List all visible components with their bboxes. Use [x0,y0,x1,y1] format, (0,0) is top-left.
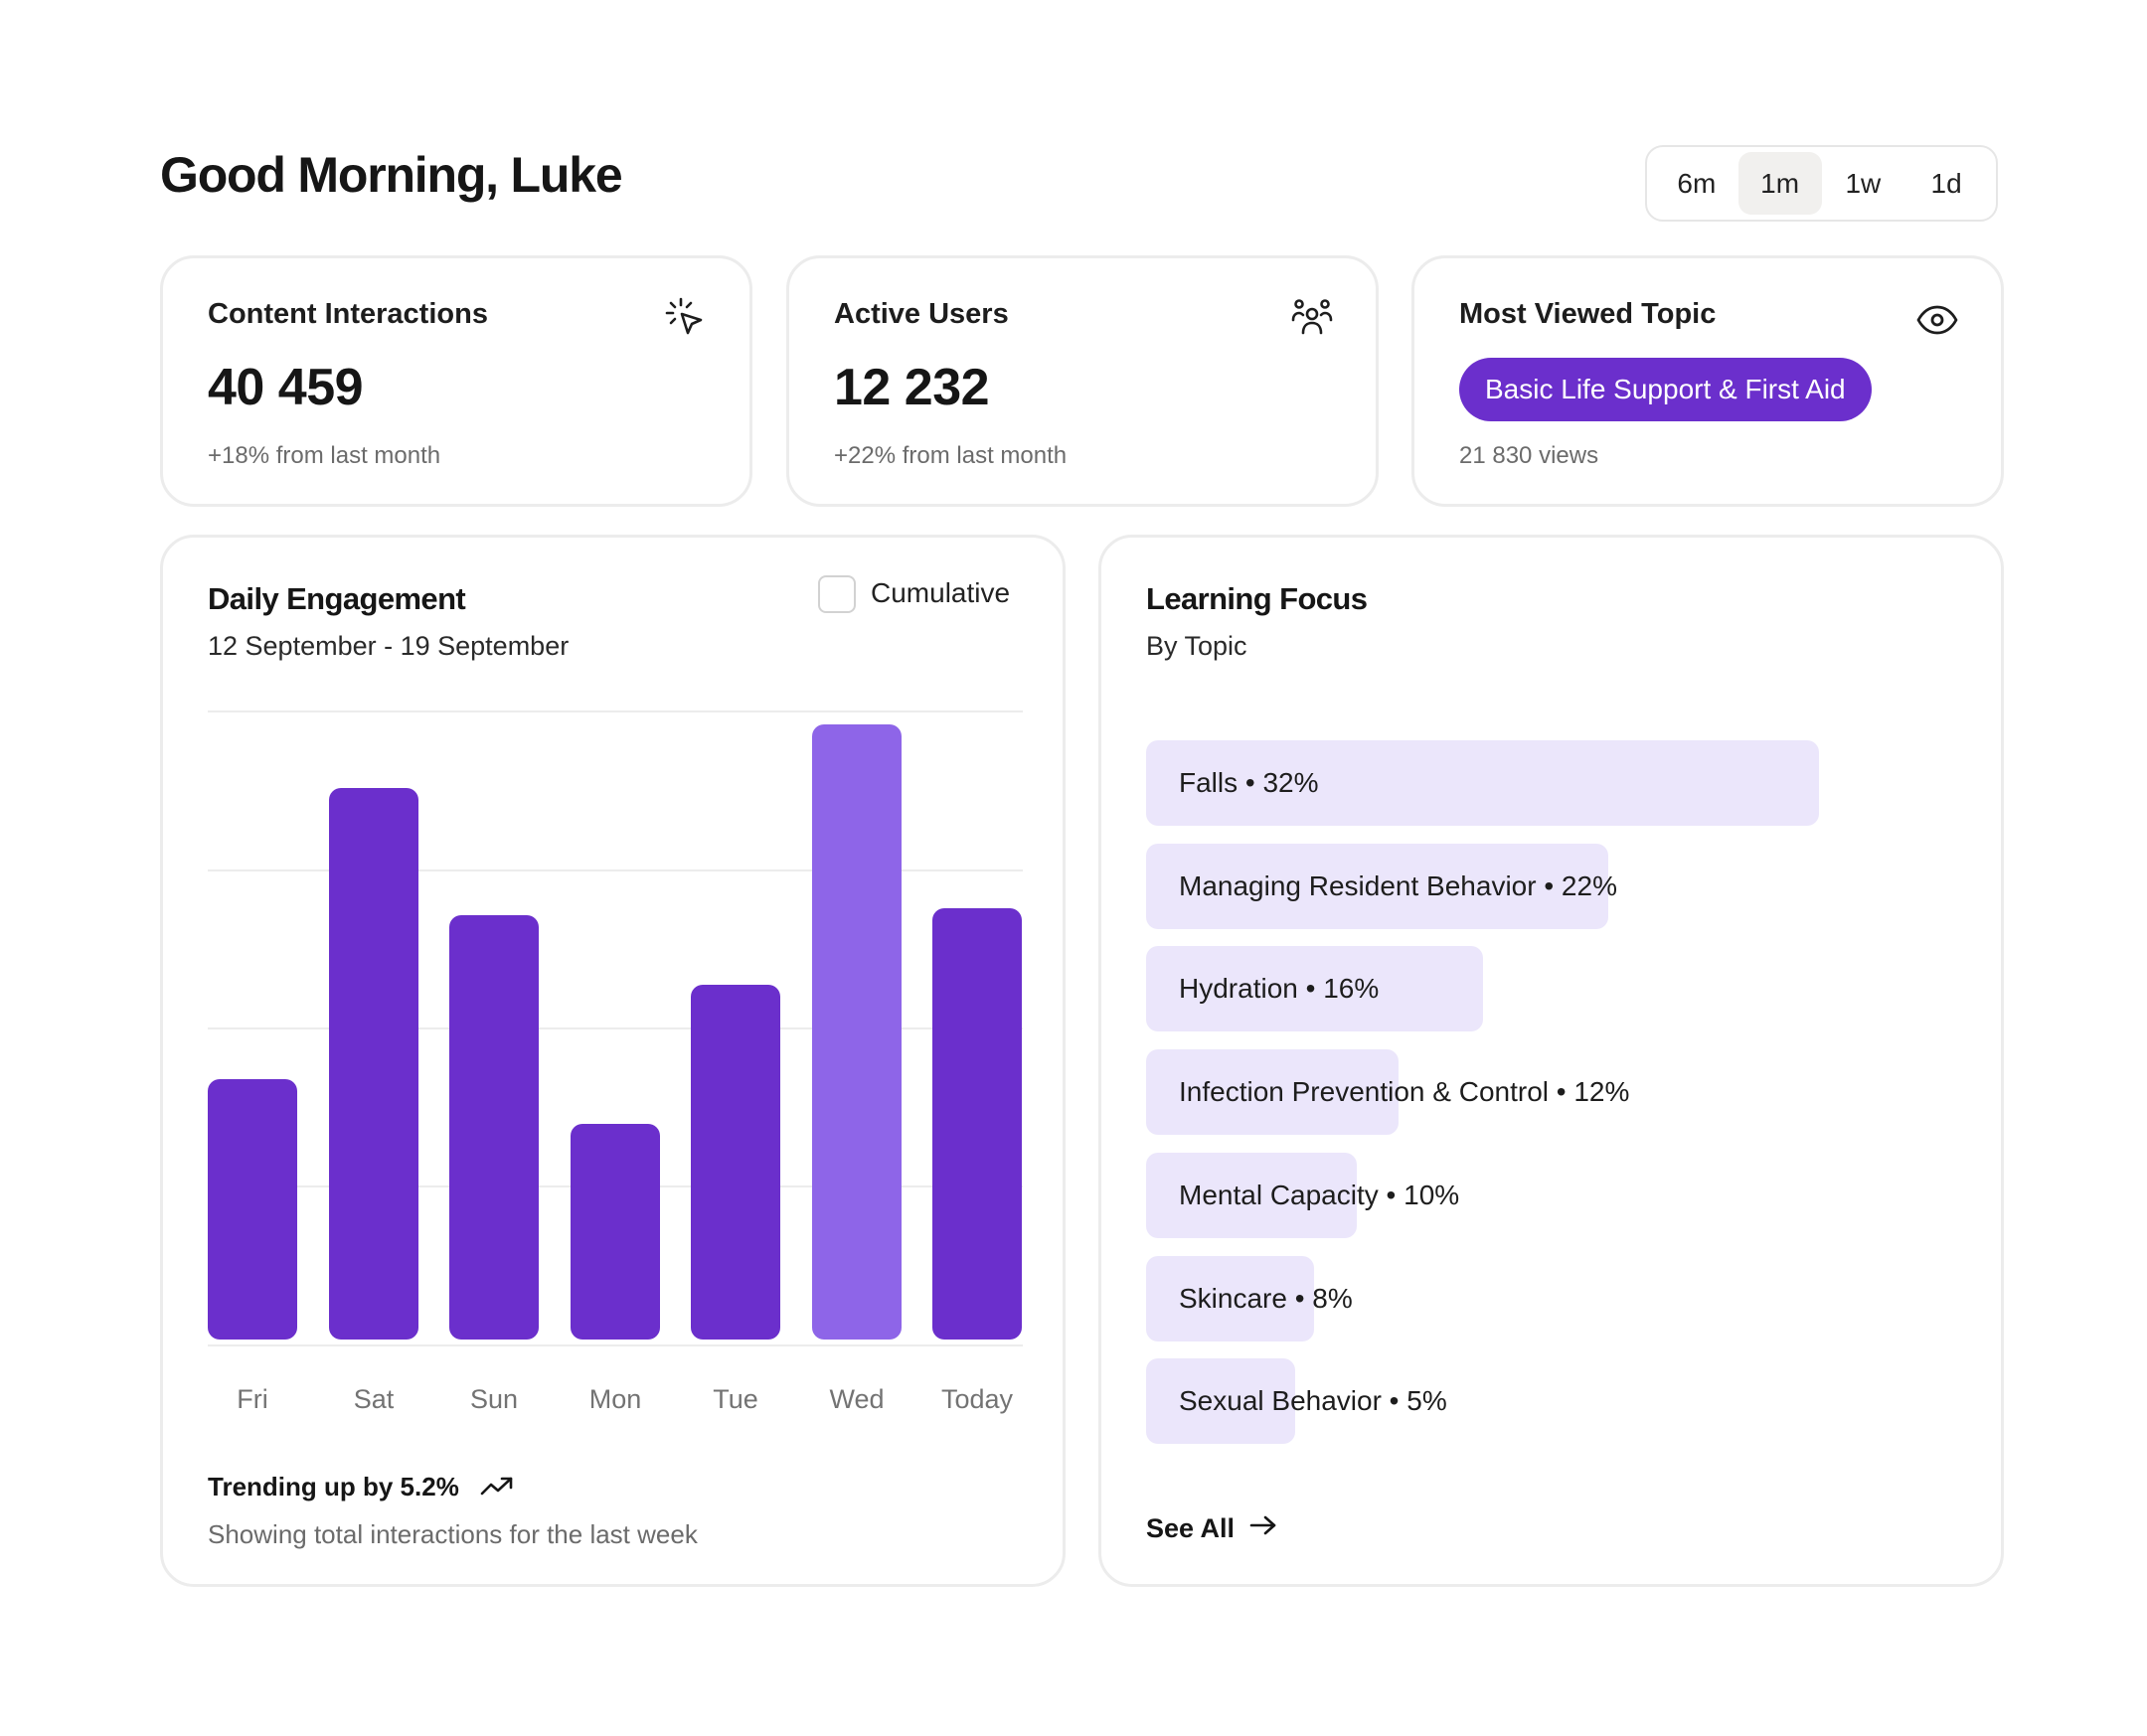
see-all-link[interactable]: See All [1146,1513,1278,1544]
interactions-change: +18% from last month [208,442,441,469]
range-1d-button[interactable]: 1d [1904,152,1988,215]
gridline [208,1344,1023,1346]
bar-fri[interactable] [208,1079,297,1340]
x-axis-label: Fri [237,1384,268,1414]
cursor-click-icon [663,295,709,341]
interactions-value: 40 459 [208,359,364,416]
eye-icon [1914,297,1960,343]
cumulative-checkbox[interactable] [818,575,856,613]
page-title: Good Morning, Luke [160,147,623,203]
range-1w-button[interactable]: 1w [1822,152,1905,215]
gridline [208,710,1023,712]
users-change: +22% from last month [834,442,1068,469]
topic-label: Sexual Behavior • 5% [1179,1385,1447,1417]
learning-focus-panel: Learning Focus By Topic Falls • 32% Manag… [1098,535,2004,1587]
trend-text: Trending up by 5.2% [208,1472,514,1504]
active-users-card: Active Users 12 232 +22% from last month [786,255,1379,507]
range-1m-button[interactable]: 1m [1737,152,1822,215]
bar-tue[interactable] [691,985,780,1340]
arrow-right-icon [1248,1513,1278,1544]
time-range-selector: 6m 1m 1w 1d [1645,145,1998,222]
bar-sat[interactable] [329,788,418,1340]
x-axis-label: Sun [469,1384,519,1414]
topic-label: Mental Capacity • 10% [1179,1179,1460,1210]
panel-title: Learning Focus [1146,581,1368,616]
bar-today[interactable] [932,908,1022,1340]
panel-title: Daily Engagement [208,581,466,616]
x-axis-label: Wed [829,1384,885,1414]
stat-label: Most Viewed Topic [1459,298,1717,330]
cumulative-label: Cumulative [871,577,1011,608]
date-range: 12 September - 19 September [208,631,570,661]
engagement-bar-chart: Fri Sat Sun Mon Tue Wed Today [208,710,1023,1414]
x-axis-label: Tue [713,1384,758,1414]
range-6m-button[interactable]: 6m [1655,152,1738,215]
daily-engagement-panel: Daily Engagement 12 September - 19 Septe… [160,535,1066,1587]
users-icon [1289,295,1335,341]
topic-label: Falls • 32% [1179,767,1319,798]
topic-views: 21 830 views [1459,442,1599,469]
x-axis-label: Sat [353,1384,395,1414]
content-interactions-card: Content Interactions 40 459 +18% from la… [160,255,752,507]
users-value: 12 232 [834,359,990,416]
trend-label: Trending up by 5.2% [208,1472,459,1501]
bar-mon[interactable] [571,1124,660,1340]
see-all-label: See All [1146,1513,1236,1543]
stat-label: Active Users [834,298,1009,330]
trending-up-icon [480,1474,514,1504]
bar-sun[interactable] [449,915,539,1340]
x-axis-label: Mon [588,1384,642,1414]
topic-label: Infection Prevention & Control • 12% [1179,1076,1630,1108]
stat-label: Content Interactions [208,298,488,330]
trend-description: Showing total interactions for the last … [208,1519,698,1549]
topic-label: Skincare • 8% [1179,1282,1353,1314]
topic-label: Hydration • 16% [1179,973,1380,1005]
panel-subtitle: By Topic [1146,631,1247,661]
x-axis-label: Today [940,1384,1014,1414]
most-viewed-topic-card: Most Viewed Topic Basic Life Support & F… [1411,255,2004,507]
topic-label: Managing Resident Behavior • 22% [1179,869,1617,901]
most-viewed-topic-pill[interactable]: Basic Life Support & First Aid [1459,358,1872,421]
bar-wed[interactable] [812,724,902,1340]
